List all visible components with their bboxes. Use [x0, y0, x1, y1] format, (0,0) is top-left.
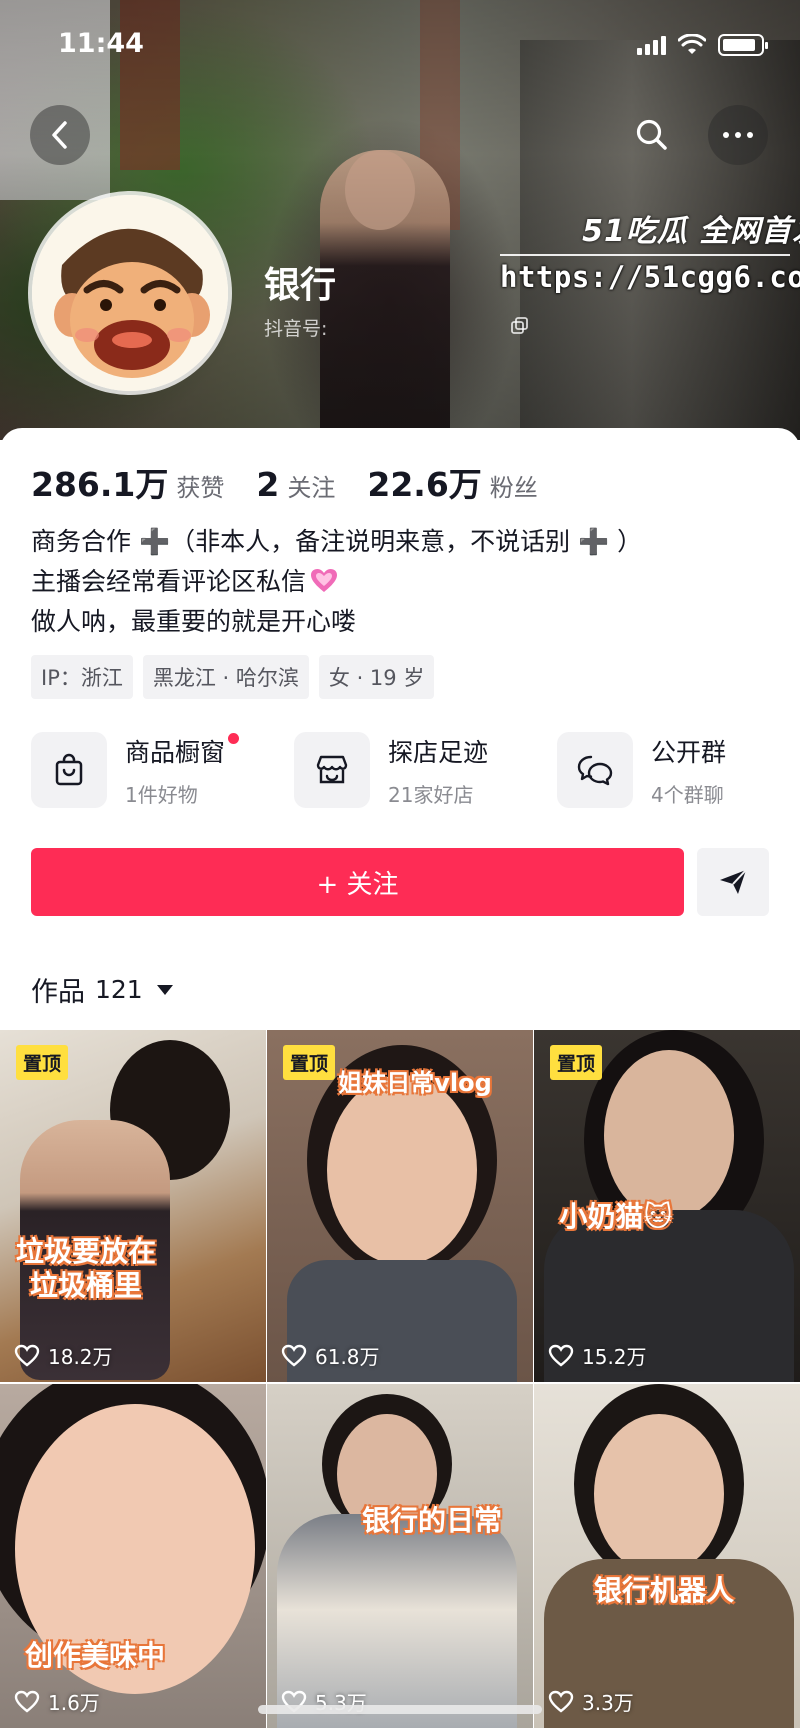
profile-name: 银行 — [264, 265, 337, 306]
video-likes: 61.8万 — [281, 1341, 380, 1370]
profile-tags: IP：浙江 黑龙江 · 哈尔滨 女 · 19 岁 — [31, 655, 435, 699]
status-time: 11:44 — [58, 28, 144, 59]
video-caption: 垃圾要放在垃圾桶里 — [15, 1235, 156, 1302]
notification-dot — [228, 732, 240, 744]
chat-bubbles-icon — [577, 755, 613, 786]
search-button[interactable] — [622, 105, 682, 165]
works-label: 作品 — [31, 977, 85, 1008]
following-label[interactable]: 关注 — [287, 468, 335, 503]
battery-icon — [718, 34, 768, 56]
bio-line-2: 主播会经常看评论区私信 — [31, 562, 642, 602]
more-icon — [720, 132, 756, 138]
bio-line-1: 商务合作 ➕（非本人，备注说明来意，不说话别 ➕ ） — [31, 527, 643, 556]
video-caption: 创作美味中 — [24, 1639, 165, 1672]
back-button[interactable] — [30, 105, 90, 165]
heart-outline-icon — [548, 1690, 574, 1713]
pinned-badge: 置顶 — [16, 1045, 69, 1080]
watermark-url: https://51cgg6.com — [500, 260, 800, 294]
video-thumb[interactable]: 置顶 姐妹日常vlog 61.8万 — [267, 1030, 533, 1382]
follow-button[interactable]: + 关注 — [31, 848, 684, 916]
video-caption: 姐妹日常vlog — [338, 1069, 492, 1097]
video-likes: 18.2万 — [14, 1341, 113, 1370]
watermark-brand: 51吃瓜 全网首发 — [582, 214, 800, 249]
followers-count[interactable]: 22.6万 — [367, 458, 481, 506]
video-likes: 1.6万 — [14, 1687, 100, 1716]
video-thumb[interactable]: 置顶 小奶猫🐱 15.2万 — [534, 1030, 800, 1382]
tag-location: 黑龙江 · 哈尔滨 — [142, 655, 309, 699]
feature-public-groups[interactable]: 公开群 4个群聊 — [557, 732, 800, 808]
heart-outline-icon — [281, 1344, 307, 1367]
status-icons — [637, 34, 768, 56]
avatar[interactable] — [32, 195, 228, 391]
heart-outline-icon — [548, 1344, 574, 1367]
tag-gender-age: 女 · 19 岁 — [318, 655, 435, 699]
cartoon-avatar-icon — [32, 195, 228, 391]
video-thumb[interactable]: 银行的日常 5.3万 — [267, 1384, 533, 1728]
video-caption: 小奶猫🐱 — [559, 1200, 673, 1233]
works-count: 121 — [95, 975, 143, 1004]
following-count[interactable]: 2 — [256, 465, 279, 504]
shop-icon — [316, 755, 348, 784]
more-button[interactable] — [708, 105, 768, 165]
video-likes: 3.3万 — [548, 1687, 634, 1716]
bio-line-3: 做人呐，最重要的就是开心喽 — [31, 607, 357, 636]
pink-heart-icon — [311, 569, 338, 592]
shopping-bag-icon — [55, 753, 83, 786]
copy-icon[interactable] — [510, 316, 530, 336]
pinned-badge: 置顶 — [550, 1045, 603, 1080]
plus-icon: ➕ — [138, 527, 171, 556]
video-thumb[interactable]: 置顶 垃圾要放在垃圾桶里 18.2万 — [0, 1030, 266, 1382]
tag-ip: IP：浙江 — [31, 655, 133, 699]
home-indicator[interactable] — [258, 1705, 542, 1714]
likes-count: 286.1万 — [31, 465, 169, 504]
search-icon — [636, 119, 667, 150]
feature-shop-window[interactable]: 商品橱窗 1件好物 — [31, 732, 294, 808]
video-thumb[interactable]: 创作美味中 1.6万 — [0, 1384, 266, 1728]
video-caption: 银行机器人 — [593, 1574, 734, 1607]
caret-down-icon[interactable] — [156, 984, 173, 995]
send-icon — [720, 869, 747, 894]
plus-icon: ➕ — [578, 527, 610, 556]
wifi-icon — [678, 34, 706, 54]
share-button[interactable] — [697, 848, 769, 916]
watermark: 51吃瓜 全网首发 https://51cgg6.com — [500, 206, 800, 294]
works-tab[interactable]: 作品 121 — [31, 970, 173, 1009]
video-thumb[interactable]: 银行机器人 3.3万 — [534, 1384, 800, 1728]
chevron-left-icon — [52, 121, 67, 149]
feature-entries: 商品橱窗 1件好物 探店足迹 21家好店 公开群 4个群聊 — [31, 732, 800, 808]
heart-outline-icon — [14, 1690, 40, 1713]
cellular-signal-icon — [637, 35, 666, 55]
profile-bio: 商务合作 ➕（非本人，备注说明来意，不说话别 ➕ ） 主播会经常看评论区私信 做… — [31, 522, 642, 642]
profile-stats: 286.1万 获赞 2 关注 22.6万 粉丝 — [31, 458, 570, 506]
heart-outline-icon — [14, 1344, 40, 1367]
feature-store-visits[interactable]: 探店足迹 21家好店 — [294, 732, 557, 808]
video-caption: 银行的日常 — [361, 1504, 502, 1537]
video-grid: 置顶 垃圾要放在垃圾桶里 18.2万 置顶 姐妹日常vlog 61.8万 置顶 … — [0, 1030, 800, 1728]
douyin-id: 抖音号: — [264, 318, 328, 340]
video-likes: 15.2万 — [548, 1341, 647, 1370]
followers-label[interactable]: 粉丝 — [490, 468, 538, 503]
likes-label: 获赞 — [176, 474, 225, 502]
